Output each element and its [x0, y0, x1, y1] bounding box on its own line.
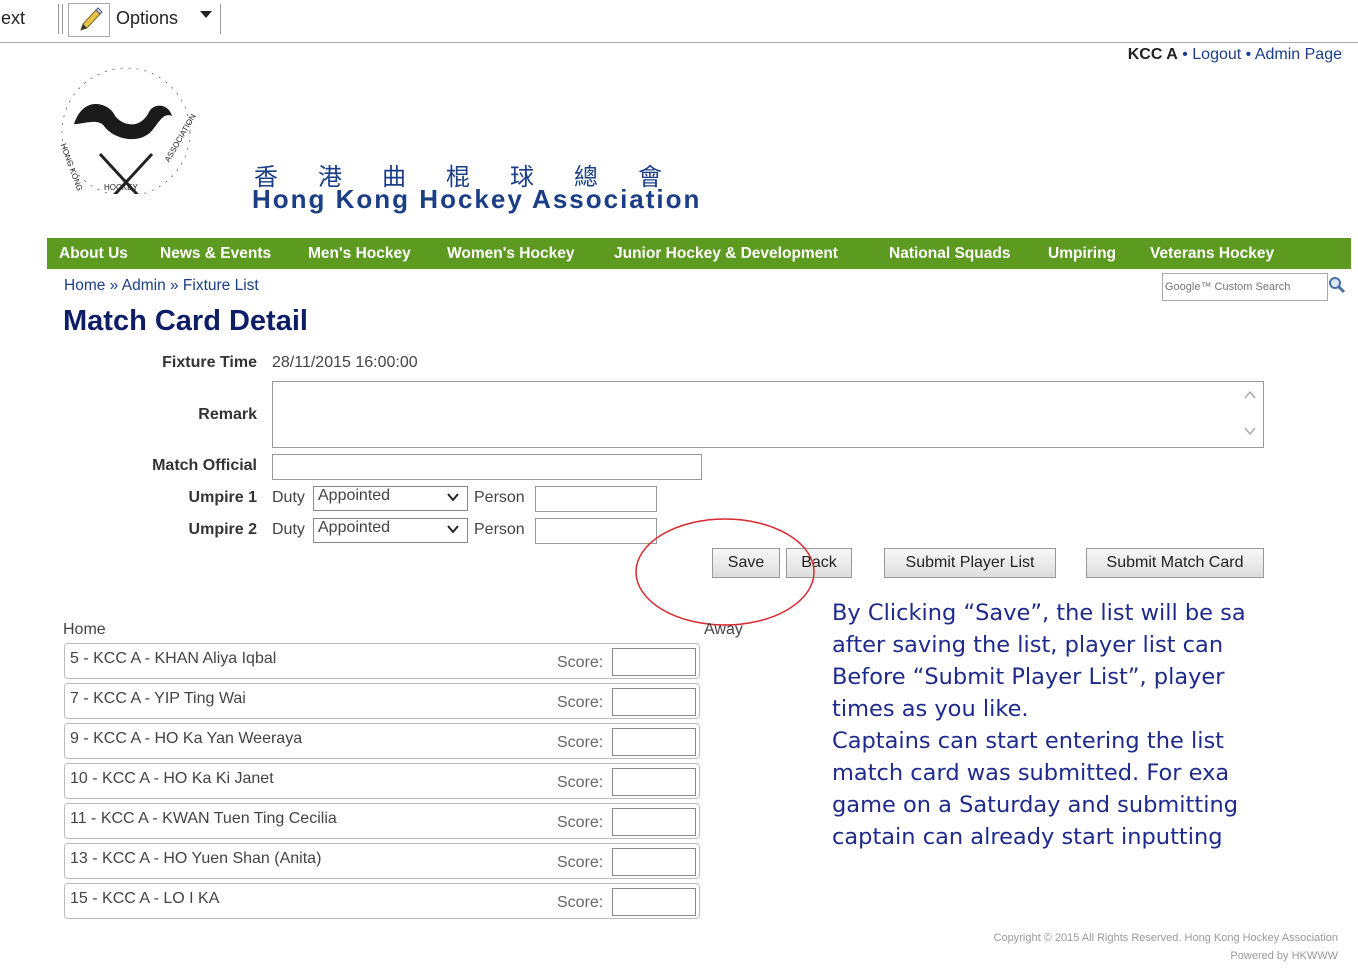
logout-link[interactable]: Logout — [1192, 46, 1241, 63]
next-button[interactable]: Next — [0, 8, 25, 29]
umpire1-duty-select[interactable]: Appointed — [313, 486, 468, 511]
annotation-line: captain can already start inputting — [832, 824, 1223, 850]
admin-page-link[interactable]: Admin Page — [1255, 46, 1342, 63]
annotation-line: after saving the list, player list can — [832, 632, 1224, 658]
player-name: 13 - KCC A - HO Yuen Shan (Anita) — [70, 850, 322, 867]
nav-umpiring[interactable]: Umpiring — [1048, 245, 1116, 263]
player-name: 10 - KCC A - HO Ka Ki Janet — [70, 770, 274, 787]
toolbar-divider — [220, 4, 221, 34]
score-input[interactable] — [612, 768, 696, 796]
org-name-english: Hong Kong Hockey Association — [252, 184, 702, 214]
annotation-line: game on a Saturday and submitting — [832, 792, 1238, 818]
instruction-annotation: By Clicking “Save”, the list will be sa … — [832, 597, 1358, 977]
score-input[interactable] — [612, 648, 696, 676]
chevron-down-icon — [447, 491, 459, 505]
submit-match-card-button[interactable]: Submit Match Card — [1086, 548, 1264, 578]
player-row: 9 - KCC A - HO Ka Yan Weeraya Score: — [64, 723, 700, 759]
breadcrumb: Home » Admin » Fixture List — [64, 277, 259, 295]
browser-toolbar: Next Options — [0, 0, 1358, 43]
page-title: Match Card Detail — [63, 305, 308, 337]
player-row: 5 - KCC A - KHAN Aliya Iqbal Score: — [64, 643, 700, 679]
score-label: Score: — [557, 854, 604, 871]
svg-text:ASSOCIATION: ASSOCIATION — [163, 112, 198, 164]
annotation-line: By Clicking “Save”, the list will be sa — [832, 600, 1246, 626]
umpire2-duty-select[interactable]: Appointed — [313, 518, 468, 543]
umpire2-person-label: Person — [474, 521, 525, 538]
fixture-time-value: 28/11/2015 16:00:00 — [272, 354, 418, 371]
annotation-line: match card was submitted. For exa — [832, 760, 1230, 786]
player-name: 11 - KCC A - KWAN Tuen Ting Cecilia — [70, 810, 337, 827]
away-column-header: Away — [704, 621, 743, 638]
breadcrumb-separator: » — [165, 277, 183, 294]
match-official-input[interactable] — [272, 454, 702, 480]
umpire2-duty-value: Appointed — [318, 519, 391, 536]
nav-about-us[interactable]: About Us — [59, 245, 128, 263]
account-links: KCC A • Logout • Admin Page — [1128, 46, 1342, 64]
player-name: 9 - KCC A - HO Ka Yan Weeraya — [70, 730, 303, 747]
options-menu[interactable]: Options — [116, 8, 178, 29]
svg-text:HOCKEY: HOCKEY — [104, 183, 138, 192]
umpire2-duty-label: Duty — [272, 521, 305, 538]
score-input[interactable] — [612, 728, 696, 756]
match-official-label: Match Official — [152, 457, 257, 474]
score-input[interactable] — [612, 888, 696, 916]
remark-label: Remark — [198, 406, 257, 423]
nav-junior-hockey[interactable]: Junior Hockey & Development — [614, 245, 838, 263]
umpire2-label: Umpire 2 — [188, 521, 257, 538]
score-label: Score: — [557, 734, 604, 751]
nav-veterans-hockey[interactable]: Veterans Hockey — [1150, 245, 1274, 263]
magnifier-icon[interactable] — [1328, 276, 1346, 294]
breadcrumb-current[interactable]: Fixture List — [183, 277, 259, 294]
score-label: Score: — [557, 814, 604, 831]
umpire1-person-input[interactable] — [535, 486, 657, 512]
annotation-line: Captains can start entering the list — [832, 728, 1224, 754]
score-input[interactable] — [612, 688, 696, 716]
link-separator: • — [1177, 46, 1193, 63]
score-input[interactable] — [612, 848, 696, 876]
main-nav: About Us News & Events Men's Hockey Wome… — [47, 238, 1351, 269]
breadcrumb-separator: » — [105, 277, 122, 294]
umpire1-person-label: Person — [474, 489, 525, 506]
team-name: KCC A — [1127, 46, 1178, 63]
score-label: Score: — [557, 894, 604, 911]
player-row: 15 - KCC A - LO I KA Score: — [64, 883, 700, 919]
nav-mens-hockey[interactable]: Men's Hockey — [308, 245, 411, 263]
remark-textarea[interactable] — [272, 381, 1264, 448]
chevron-down-icon[interactable] — [200, 11, 212, 18]
score-label: Score: — [557, 654, 604, 671]
umpire1-duty-value: Appointed — [318, 487, 391, 504]
toolbar-divider — [58, 4, 59, 34]
breadcrumb-home[interactable]: Home — [64, 277, 105, 294]
home-column-header: Home — [63, 621, 106, 638]
score-input[interactable] — [612, 808, 696, 836]
player-row: 7 - KCC A - YIP Ting Wai Score: — [64, 683, 700, 719]
fixture-time-label: Fixture Time — [162, 354, 257, 371]
nav-news-events[interactable]: News & Events — [160, 245, 271, 263]
annotation-line: times as you like. — [832, 696, 1029, 722]
chevron-down-icon — [447, 523, 459, 537]
player-name: 15 - KCC A - LO I KA — [70, 890, 220, 907]
score-label: Score: — [557, 774, 604, 791]
nav-womens-hockey[interactable]: Women's Hockey — [447, 245, 574, 263]
highlight-ellipse — [635, 518, 815, 626]
player-name: 7 - KCC A - YIP Ting Wai — [70, 690, 246, 707]
umpire1-duty-label: Duty — [272, 489, 305, 506]
hkha-logo[interactable]: HONG KONG ASSOCIATION HOCKEY — [54, 54, 222, 206]
player-row: 10 - KCC A - HO Ka Ki Janet Score: — [64, 763, 700, 799]
submit-player-list-button[interactable]: Submit Player List — [884, 548, 1056, 578]
player-name: 5 - KCC A - KHAN Aliya Iqbal — [70, 650, 277, 667]
toolbar-divider — [62, 4, 63, 34]
umpire1-label: Umpire 1 — [188, 489, 257, 506]
breadcrumb-admin[interactable]: Admin — [122, 277, 166, 294]
score-label: Score: — [557, 694, 604, 711]
player-row: 11 - KCC A - KWAN Tuen Ting Cecilia Scor… — [64, 803, 700, 839]
annotation-line: Before “Submit Player List”, player — [832, 664, 1225, 690]
textarea-scroll-icon[interactable] — [1243, 388, 1257, 438]
link-separator: • — [1241, 46, 1255, 63]
google-search-input[interactable] — [1162, 273, 1328, 301]
nav-national-squads[interactable]: National Squads — [889, 245, 1010, 263]
pencil-icon[interactable] — [68, 3, 110, 37]
player-row: 13 - KCC A - HO Yuen Shan (Anita) Score: — [64, 843, 700, 879]
svg-text:HONG KONG: HONG KONG — [59, 142, 84, 192]
